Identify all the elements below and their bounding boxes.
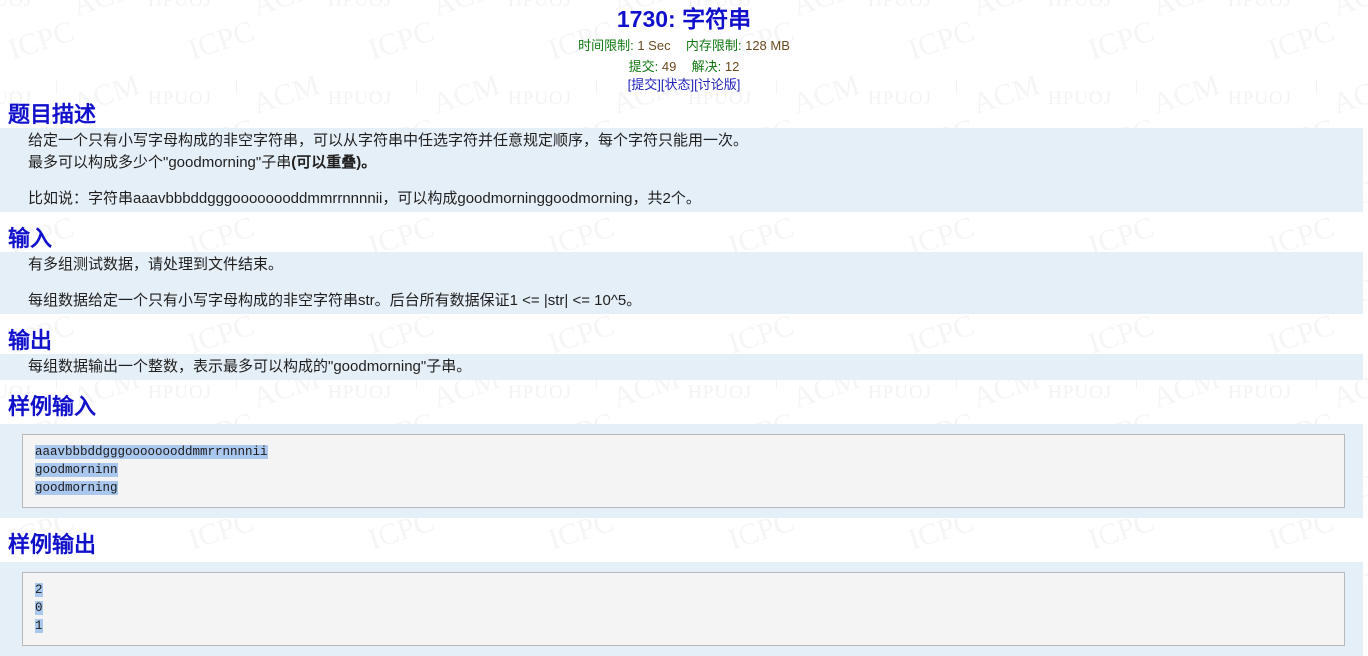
code-line: goodmorninn — [35, 463, 118, 477]
section-body-input: 有多组测试数据，请处理到文件结束。 每组数据给定一个只有小写字母构成的非空字符串… — [0, 252, 1363, 314]
status-link[interactable]: 状态 — [664, 77, 690, 92]
section-title-input: 输入 — [8, 226, 53, 251]
description-line-2-text: 最多可以构成多少个"goodmorning"子串 — [28, 154, 292, 171]
input-line-2: 每组数据给定一个只有小写字母构成的非空字符串str。后台所有数据保证1 <= |… — [28, 292, 642, 309]
submit-count-value: 49 — [661, 59, 677, 74]
bracket-close-3: ] — [736, 77, 741, 92]
spacer-after-input — [0, 314, 1368, 328]
description-line-1: 给定一个只有小写字母构成的非空字符串，可以从字符串中任选字符并任意规定顺序，每个… — [28, 132, 749, 149]
output-line-1: 每组数据输出一个整数，表示最多可以构成的"goodmorning"子串。 — [28, 358, 472, 375]
section-title-output: 输出 — [8, 328, 53, 353]
sample-output-box[interactable]: 2 0 1 — [22, 572, 1345, 646]
input-line-1: 有多组测试数据，请处理到文件结束。 — [28, 256, 284, 273]
spacer-after-output — [0, 380, 1368, 394]
stats-line: 提交: 49 解决: 12 — [0, 58, 1368, 76]
memory-limit-label: 内存限制: — [685, 38, 742, 53]
section-body-output: 每组数据输出一个整数，表示最多可以构成的"goodmorning"子串。 — [0, 354, 1363, 380]
problem-name: 字符串 — [682, 6, 752, 32]
discuss-link[interactable]: 讨论版 — [698, 77, 737, 92]
memory-limit-value: 128 MB — [745, 38, 790, 53]
code-line: goodmorning — [35, 481, 118, 495]
section-title-description: 题目描述 — [8, 102, 97, 127]
sample-output-wrap: 2 0 1 — [0, 562, 1363, 656]
spacer-after-header — [0, 94, 1368, 102]
code-line: 2 — [35, 583, 43, 597]
problem-id: 1730: — [616, 6, 676, 32]
code-line: 0 — [35, 601, 43, 615]
code-line: aaavbbbddgggoooooooddmmrrnnnnii — [35, 445, 268, 459]
section-title-sample-input: 样例输入 — [8, 394, 97, 419]
code-line: 1 — [35, 619, 43, 633]
page-title: 1730: 字符串 — [0, 4, 1368, 34]
sample-output-code[interactable]: 2 0 1 — [35, 581, 1334, 635]
sample-input-box[interactable]: aaavbbbddgggoooooooddmmrrnnnnii goodmorn… — [22, 434, 1345, 508]
spacer-after-description — [0, 212, 1368, 226]
problem-page: 1730: 字符串 时间限制: 1 Sec 内存限制: 128 MB 提交: 4… — [0, 0, 1368, 656]
limits-line: 时间限制: 1 Sec 内存限制: 128 MB — [0, 37, 1368, 55]
section-body-description: 给定一个只有小写字母构成的非空字符串，可以从字符串中任选字符并任意规定顺序，每个… — [0, 128, 1363, 212]
solved-count-value: 12 — [724, 59, 740, 74]
section-title-sample-output: 样例输出 — [8, 532, 97, 557]
description-line-2: 最多可以构成多少个"goodmorning"子串(可以重叠)。 — [0, 152, 1363, 174]
solved-count-label: 解决: — [691, 59, 722, 74]
problem-header: 1730: 字符串 时间限制: 1 Sec 内存限制: 128 MB 提交: 4… — [0, 0, 1368, 94]
description-overlap-note: (可以重叠)。 — [291, 154, 377, 171]
sample-input-code[interactable]: aaavbbbddgggoooooooddmmrrnnnnii goodmorn… — [35, 443, 1334, 497]
time-limit-value: 1 Sec — [637, 38, 671, 53]
action-links: [提交][状态][讨论版] — [0, 76, 1368, 94]
sample-input-wrap: aaavbbbddgggoooooooddmmrrnnnnii goodmorn… — [0, 424, 1363, 518]
submit-count-label: 提交: — [628, 59, 659, 74]
description-line-3: 比如说：字符串aaavbbbddgggoooooooddmmrrnnnnii，可… — [28, 190, 701, 207]
spacer-after-sample-input — [0, 518, 1368, 532]
time-limit-label: 时间限制: — [578, 38, 634, 53]
submit-link[interactable]: 提交 — [631, 77, 657, 92]
